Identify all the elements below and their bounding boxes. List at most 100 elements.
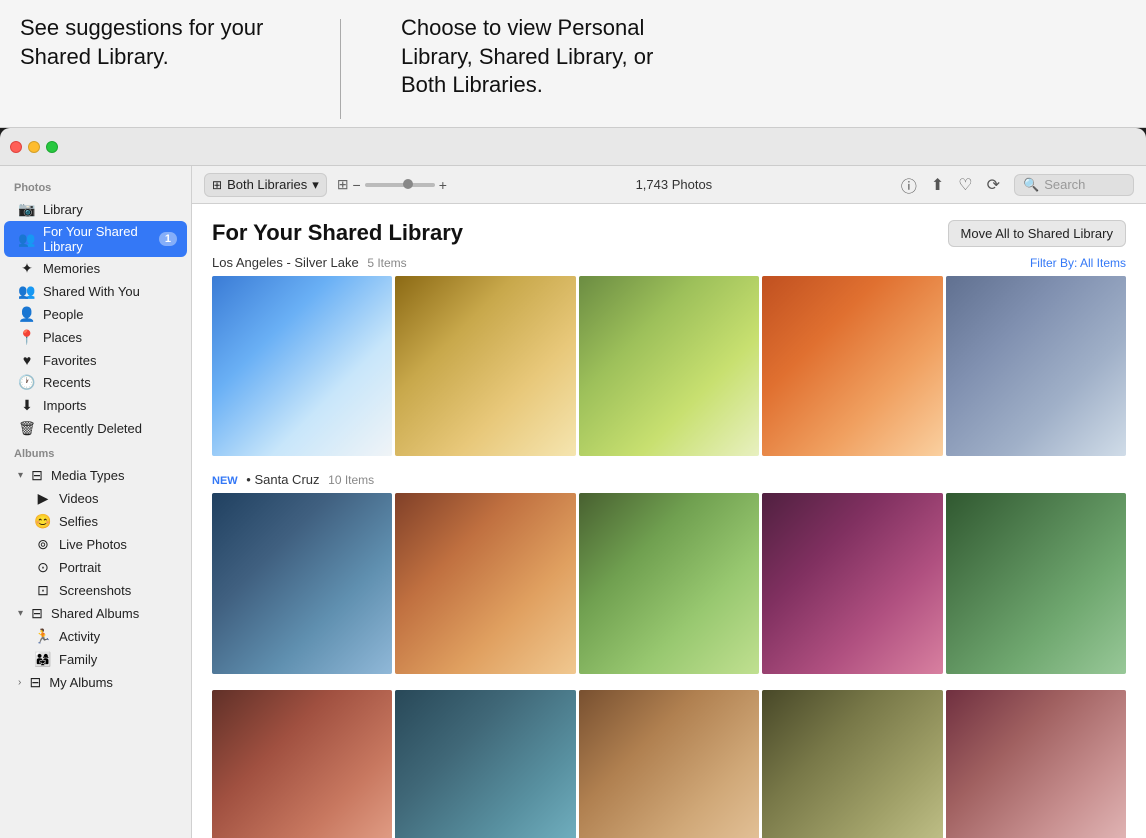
sidebar-item-family[interactable]: 👨‍👩‍👧 Family [4,648,187,671]
section1-photo-grid [212,276,1126,456]
sidebar-item-recents[interactable]: 🕐 Recents [4,371,187,394]
sidebar-group-shared-albums[interactable]: ▾ ⊟ Shared Albums [4,602,187,625]
photo-cell[interactable] [212,276,392,456]
sidebar-group-media-types[interactable]: ▾ ⊟ Media Types [4,464,187,487]
library-picker-label: Both Libraries [227,177,307,192]
sidebar-item-imports[interactable]: ⬇ Imports [4,394,187,417]
photo-cell[interactable] [762,276,942,456]
photo-cell[interactable] [946,493,1126,673]
search-placeholder: Search [1044,177,1085,192]
photo-cell[interactable] [946,690,1126,838]
sidebar-label-shared-with-you: Shared With You [43,284,177,299]
minimize-button[interactable] [28,141,40,153]
sidebar-item-library[interactable]: 📷 Library [4,198,187,221]
maximize-button[interactable] [46,141,58,153]
section2-photo-grid-row1 [212,493,1126,673]
main-content: For Your Shared Library Move All to Shar… [192,204,1146,838]
library-icon: 📷 [18,201,36,218]
live-photos-icon: ⊚ [34,536,52,553]
photo-cell[interactable] [395,276,575,456]
sidebar-item-for-shared-library[interactable]: 👥 For Your Shared Library 1 [4,221,187,257]
sidebar-label-live-photos: Live Photos [59,537,177,552]
photo-cell[interactable] [212,690,392,838]
sidebar-label-for-shared: For Your Shared Library [43,224,152,254]
section1-header: Los Angeles - Silver Lake 5 Items Filter… [212,255,1126,270]
favorites-icon: ♥ [18,352,36,368]
search-box[interactable]: 🔍 Search [1014,174,1134,196]
sidebar-label-imports: Imports [43,398,177,413]
sidebar-label-videos: Videos [59,491,177,506]
page-title: For Your Shared Library [212,220,463,246]
my-albums-icon: ⊟ [26,674,44,691]
tooltip-left: See suggestions for your Shared Library. [20,14,280,71]
rotate-icon[interactable]: ⟳ [987,175,1000,195]
close-button[interactable] [10,141,22,153]
sidebar-label-memories: Memories [43,261,177,276]
library-picker[interactable]: ⊞ Both Libraries ▾ [204,173,327,197]
zoom-slider[interactable] [365,183,435,187]
screenshots-icon: ⊡ [34,582,52,599]
sidebar-label-screenshots: Screenshots [59,583,177,598]
selfies-icon: 😊 [34,513,52,530]
sidebar-item-memories[interactable]: ✦ Memories [4,257,187,280]
sidebar-item-live-photos[interactable]: ⊚ Live Photos [4,533,187,556]
share-icon[interactable]: ⬆ [931,175,944,195]
portrait-icon: ⊙ [34,559,52,576]
shared-library-icon: 👥 [18,231,36,248]
places-icon: 📍 [18,329,36,346]
photo-cell[interactable] [762,493,942,673]
memories-icon: ✦ [18,260,36,277]
sidebar-item-activity[interactable]: 🏃 Activity [4,625,187,648]
info-icon[interactable]: ⓘ [901,173,917,197]
activity-icon: 🏃 [34,628,52,645]
sidebar-label-places: Places [43,330,177,345]
sidebar-item-places[interactable]: 📍 Places [4,326,187,349]
sidebar-item-videos[interactable]: ▶ Videos [4,487,187,510]
sidebar-item-shared-with-you[interactable]: 👥 Shared With You [4,280,187,303]
section2-photo-grid-row2 [212,690,1126,838]
sidebar-group-my-albums[interactable]: › ⊟ My Albums [4,671,187,694]
move-all-button[interactable]: Move All to Shared Library [948,220,1126,247]
sidebar-label-media-types: Media Types [51,468,124,483]
zoom-controls: ⊞ − + [337,176,447,193]
photo-cell[interactable] [579,690,759,838]
shared-with-you-icon: 👥 [18,283,36,300]
photo-cell[interactable] [946,276,1126,456]
sidebar-item-screenshots[interactable]: ⊡ Screenshots [4,579,187,602]
sidebar-item-portrait[interactable]: ⊙ Portrait [4,556,187,579]
photo-cell[interactable] [579,493,759,673]
sidebar: Photos 📷 Library 👥 For Your Shared Libra… [0,166,192,838]
chevron-down-icon: ▾ [312,177,319,193]
section1-location: Los Angeles - Silver Lake 5 Items [212,255,407,270]
photo-count: 1,743 Photos [457,177,891,192]
media-types-icon: ⊟ [28,467,46,484]
photo-cell[interactable] [395,690,575,838]
tooltip-right: Choose to view Personal Library, Shared … [401,14,661,100]
sidebar-label-people: People [43,307,177,322]
sidebar-item-people[interactable]: 👤 People [4,303,187,326]
photo-cell[interactable] [395,493,575,673]
sidebar-label-my-albums: My Albums [49,675,113,690]
sidebar-label-favorites: Favorites [43,353,177,368]
shared-library-badge: 1 [159,232,177,246]
sidebar-label-portrait: Portrait [59,560,177,575]
photo-cell[interactable] [212,493,392,673]
sidebar-label-shared-albums: Shared Albums [51,606,139,621]
sidebar-item-selfies[interactable]: 😊 Selfies [4,510,187,533]
sidebar-label-activity: Activity [59,629,177,644]
search-icon: 🔍 [1023,177,1039,193]
photo-cell[interactable] [579,276,759,456]
tooltip-divider [340,19,341,119]
heart-icon[interactable]: ♡ [958,175,972,195]
photo-cell[interactable] [762,690,942,838]
sidebar-item-recently-deleted[interactable]: 🗑 Recently Deleted [4,417,187,440]
imports-icon: ⬇ [18,397,36,414]
content-header: For Your Shared Library Move All to Shar… [212,220,1126,247]
section2-count: 10 Items [328,473,374,487]
sidebar-item-favorites[interactable]: ♥ Favorites [4,349,187,371]
zoom-minus[interactable]: − [353,177,361,193]
filter-by[interactable]: Filter By: All Items [1030,256,1126,270]
tooltip-overlay: See suggestions for your Shared Library.… [0,0,1146,128]
family-icon: 👨‍👩‍👧 [34,651,52,668]
zoom-plus[interactable]: + [439,177,447,193]
